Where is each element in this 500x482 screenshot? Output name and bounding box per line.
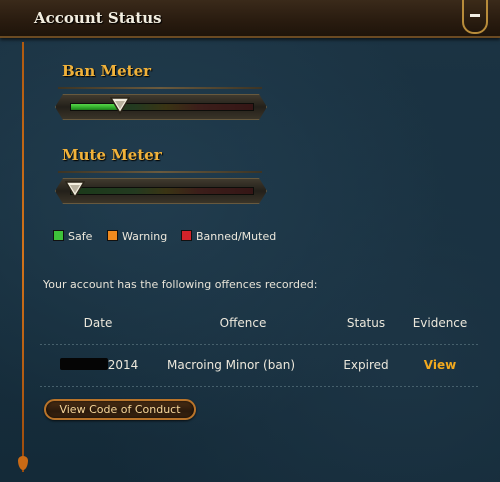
- safe-swatch: [53, 230, 64, 241]
- account-status-panel: Account Status Ban Meter Mute Meter Safe…: [0, 0, 500, 482]
- offence-name: Macroing Minor (ban): [166, 358, 295, 372]
- banned-muted-swatch: [181, 230, 192, 241]
- minus-icon: [470, 14, 480, 17]
- offence-status: Expired: [343, 358, 389, 372]
- mute-meter-title: Mute Meter: [62, 146, 162, 164]
- panel-header: Account Status: [0, 0, 500, 38]
- column-header-status: Status: [346, 316, 386, 330]
- offences-table-header: Date Offence Status Evidence: [40, 316, 480, 330]
- mute-meter: [55, 178, 267, 204]
- redacted-block: [59, 358, 108, 370]
- offences-intro-text: Your account has the following offences …: [43, 278, 318, 291]
- legend-item-warning: Warning: [107, 230, 167, 243]
- view-evidence-link[interactable]: View: [404, 358, 476, 372]
- legend-item-banned-muted: Banned/Muted: [181, 230, 276, 243]
- table-divider: [40, 344, 480, 345]
- table-row: 2014 Macroing Minor (ban) Expired View: [40, 358, 480, 374]
- ban-meter-divider: [58, 87, 262, 89]
- offence-date: 2014: [54, 358, 144, 372]
- table-divider: [40, 386, 480, 387]
- column-header-date: Date: [83, 316, 113, 330]
- mute-meter-divider: [58, 171, 262, 173]
- view-code-of-conduct-button[interactable]: View Code of Conduct: [44, 399, 196, 420]
- ban-meter: [55, 94, 267, 120]
- panel-title: Account Status: [34, 9, 162, 27]
- legend-item-safe: Safe: [53, 230, 92, 243]
- warning-swatch: [107, 230, 118, 241]
- ban-meter-marker-icon: [110, 97, 130, 115]
- column-header-evidence: Evidence: [412, 316, 468, 330]
- mute-meter-track: [70, 187, 254, 195]
- ban-meter-title: Ban Meter: [62, 62, 152, 80]
- collapse-button[interactable]: [462, 0, 488, 34]
- side-rule-cap: [18, 456, 28, 470]
- column-header-offence: Offence: [219, 316, 267, 330]
- side-rule: [22, 42, 24, 472]
- mute-meter-marker-icon: [65, 181, 85, 199]
- ban-meter-track: [70, 103, 254, 111]
